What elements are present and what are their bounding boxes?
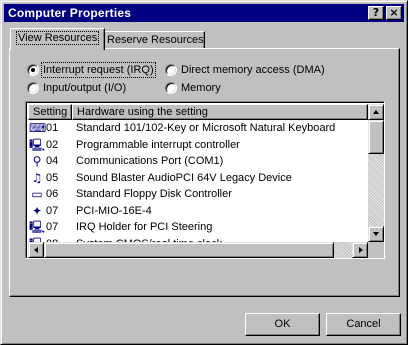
computer-icon: 🖳 [29, 220, 46, 234]
title-bar[interactable]: Computer Properties ? × [4, 4, 404, 22]
daq-card-icon: ✦ [31, 203, 43, 218]
scroll-down-button[interactable] [368, 226, 384, 242]
tab-reserve-resources-label: Reserve Resources [107, 34, 204, 46]
row-setting: 02 [46, 138, 59, 151]
resource-list[interactable]: Setting Hardware using the setting ⌨ 01 St… [25, 101, 385, 259]
list-item[interactable]: ▭ 06 Standard Floppy Disk Controller [28, 186, 368, 203]
help-icon: ? [372, 6, 380, 19]
ok-button[interactable]: OK [245, 313, 320, 336]
computer-properties-dialog: Computer Properties ? × View Resources R… [0, 0, 408, 345]
row-hardware: PCI-MIO-16E-4 [76, 204, 152, 217]
row-setting: 07 [46, 204, 59, 217]
list-item[interactable]: ⌨ 01 Standard 101/102-Key or Microsoft Nat… [28, 120, 368, 137]
vertical-scroll-thumb[interactable] [368, 120, 384, 154]
row-setting: 06 [46, 188, 59, 200]
scroll-right-button[interactable] [352, 242, 368, 258]
list-item[interactable]: ⚲ 04 Communications Port (COM1) [28, 153, 368, 170]
help-button[interactable]: ? [368, 6, 384, 20]
list-item[interactable]: ✦ 07 PCI-MIO-16E-4 [28, 203, 368, 220]
row-hardware: Standard 101/102-Key or Microsoft Natura… [76, 122, 336, 134]
list-header: Setting Hardware using the setting [28, 104, 368, 120]
radio-memory-label: Memory [181, 82, 221, 94]
scrollbar-corner [368, 242, 384, 258]
column-header-hardware[interactable]: Hardware using the setting [72, 104, 368, 120]
floppy-drive-icon: ▭ [31, 187, 43, 201]
radio-interrupt-request[interactable]: Interrupt request (IRQ) [27, 62, 157, 78]
port-icon: ⚲ [32, 154, 42, 168]
row-setting: 05 [46, 171, 59, 184]
vertical-scrollbar[interactable] [368, 104, 384, 242]
keyboard-icon: ⌨ [29, 121, 47, 135]
row-hardware: Standard Floppy Disk Controller [76, 188, 232, 200]
list-item[interactable]: ♫ 05 Sound Blaster AudioPCI 64V Legacy Dev… [28, 170, 368, 187]
tab-reserve-resources[interactable]: Reserve Resources [100, 31, 205, 49]
row-hardware: Sound Blaster AudioPCI 64V Legacy Device [76, 171, 292, 184]
radio-indicator-io [27, 82, 39, 94]
close-icon: × [389, 6, 399, 19]
radio-input-output[interactable]: Input/output (I/O) [27, 80, 157, 96]
radio-direct-memory-access[interactable]: Direct memory access (DMA) [165, 62, 345, 78]
close-button[interactable]: × [386, 6, 402, 20]
radio-io-label: Input/output (I/O) [43, 82, 127, 94]
radio-irq-label: Interrupt request (IRQ) [41, 62, 156, 78]
row-setting: 07 [46, 221, 59, 233]
cancel-button[interactable]: Cancel [326, 313, 401, 336]
row-hardware: Programmable interrupt controller [76, 138, 240, 151]
radio-indicator-memory [165, 82, 177, 94]
sound-icon: ♫ [31, 170, 43, 185]
horizontal-scrollbar[interactable] [28, 242, 368, 258]
window-title: Computer Properties [8, 6, 132, 20]
radio-indicator-dma [165, 64, 177, 76]
radio-selected-dot [31, 68, 35, 72]
computer-icon: 🖳 [29, 137, 46, 152]
tab-view-resources-label: View Resources [15, 31, 100, 45]
radio-memory[interactable]: Memory [165, 80, 265, 96]
list-rows: ⌨ 01 Standard 101/102-Key or Microsoft Nat… [28, 120, 368, 242]
row-setting: 04 [46, 155, 59, 167]
row-hardware: IRQ Holder for PCI Steering [76, 221, 213, 233]
row-setting: 01 [46, 122, 59, 134]
radio-dma-label: Direct memory access (DMA) [181, 64, 325, 76]
row-hardware: Communications Port (COM1) [76, 155, 224, 167]
arrow-right-icon [359, 247, 363, 253]
list-item[interactable]: 🖳 07 IRQ Holder for PCI Steering [28, 219, 368, 236]
list-item[interactable]: 🖳 02 Programmable interrupt controller [28, 137, 368, 154]
tab-view-resources[interactable]: View Resources [10, 28, 106, 50]
arrow-left-icon [34, 247, 38, 253]
column-header-setting[interactable]: Setting [28, 104, 72, 120]
arrow-up-icon [373, 110, 379, 114]
horizontal-scroll-thumb[interactable] [44, 242, 334, 258]
radio-indicator-irq [27, 64, 39, 76]
arrow-down-icon [373, 232, 379, 236]
scroll-up-button[interactable] [368, 104, 384, 120]
scroll-left-button[interactable] [28, 242, 44, 258]
